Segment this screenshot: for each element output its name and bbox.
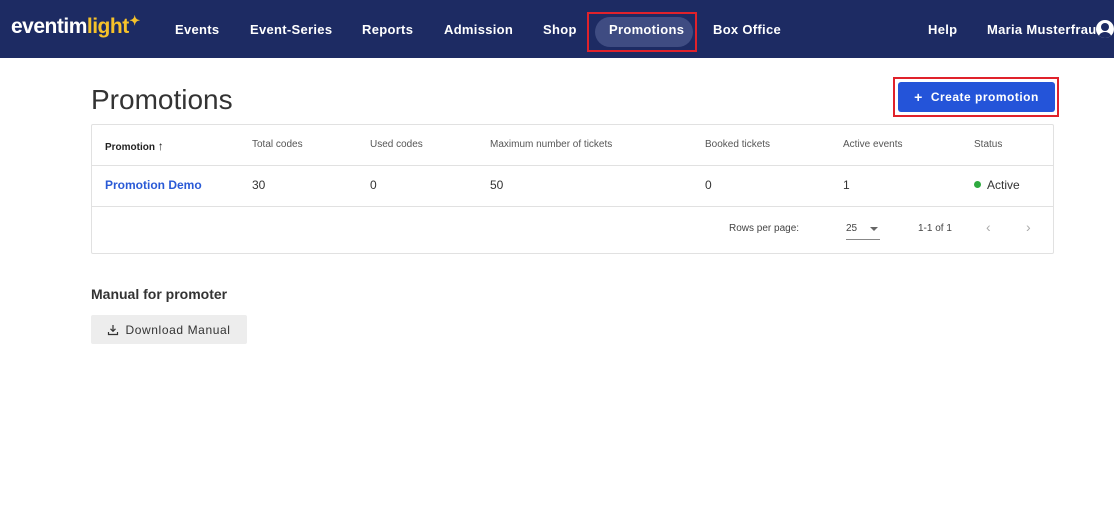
promotions-nav-highlight-box xyxy=(587,12,697,52)
max-tickets-value: 50 xyxy=(490,178,504,192)
user-account-icon[interactable] xyxy=(1096,20,1114,38)
rows-per-page-label: Rows per page: xyxy=(729,223,800,234)
status-active-dot-icon xyxy=(974,181,981,189)
user-icon-body xyxy=(1098,32,1112,38)
download-manual-button[interactable]: Download Manual xyxy=(91,315,247,344)
rows-per-page-value: 25 xyxy=(846,223,858,234)
logo-text-eventim: eventim xyxy=(11,15,87,38)
rows-per-page-select[interactable]: 25 xyxy=(846,219,880,240)
promotions-table: Promotion ↑ Total codes Used codes Maxim… xyxy=(91,124,1054,254)
dropdown-caret-icon xyxy=(870,227,878,231)
used-codes-value: 0 xyxy=(370,178,377,192)
manual-section-title: Manual for promoter xyxy=(91,286,228,302)
nav-item-admission[interactable]: Admission xyxy=(444,21,513,39)
nav-item-event-series[interactable]: Event-Series xyxy=(250,21,332,39)
column-header-promotion[interactable]: Promotion ↑ xyxy=(105,139,164,153)
previous-page-icon[interactable]: ‹ xyxy=(986,219,991,235)
table-pagination: Rows per page: 25 1-1 of 1 ‹ › xyxy=(92,206,1053,253)
nav-item-events[interactable]: Events xyxy=(175,21,219,39)
logo-text-light: light xyxy=(86,15,129,38)
pagination-range: 1-1 of 1 xyxy=(918,223,952,234)
column-header-booked-tickets[interactable]: Booked tickets xyxy=(705,139,770,150)
user-name[interactable]: Maria Musterfrau xyxy=(987,21,1097,39)
eventim-light-logo[interactable]: eventimlight ✦ xyxy=(11,13,140,41)
nav-item-shop[interactable]: Shop xyxy=(543,21,577,39)
total-codes-value: 30 xyxy=(252,178,266,192)
column-header-used-codes[interactable]: Used codes xyxy=(370,139,423,150)
nav-item-box-office[interactable]: Box Office xyxy=(713,21,781,39)
create-button-highlight-box xyxy=(893,77,1059,117)
active-events-value: 1 xyxy=(843,178,850,192)
table-row[interactable]: Promotion Demo 30 0 50 0 1 Active xyxy=(92,165,1053,207)
status-badge: Active xyxy=(974,178,1020,192)
top-navigation-bar: eventimlight ✦ Events Event-Series Repor… xyxy=(0,0,1114,58)
column-header-total-codes[interactable]: Total codes xyxy=(252,139,303,150)
page-title: Promotions xyxy=(91,84,233,115)
booked-tickets-value: 0 xyxy=(705,178,712,192)
status-label: Active xyxy=(987,178,1020,192)
column-header-promotion-label: Promotion xyxy=(105,142,155,153)
download-manual-label: Download Manual xyxy=(125,322,231,337)
next-page-icon[interactable]: › xyxy=(1026,219,1031,235)
column-header-max-tickets[interactable]: Maximum number of tickets xyxy=(490,139,612,150)
nav-item-reports[interactable]: Reports xyxy=(362,21,413,39)
nav-item-help[interactable]: Help xyxy=(928,21,957,39)
table-header-row: Promotion ↑ Total codes Used codes Maxim… xyxy=(92,125,1053,166)
column-header-status[interactable]: Status xyxy=(974,139,1002,150)
promotion-name-link[interactable]: Promotion Demo xyxy=(105,178,202,192)
user-icon-head xyxy=(1101,23,1109,31)
logo-star-icon: ✦ xyxy=(129,13,140,28)
download-icon xyxy=(108,324,119,335)
column-header-active-events[interactable]: Active events xyxy=(843,139,902,150)
sort-ascending-icon[interactable]: ↑ xyxy=(158,139,164,153)
